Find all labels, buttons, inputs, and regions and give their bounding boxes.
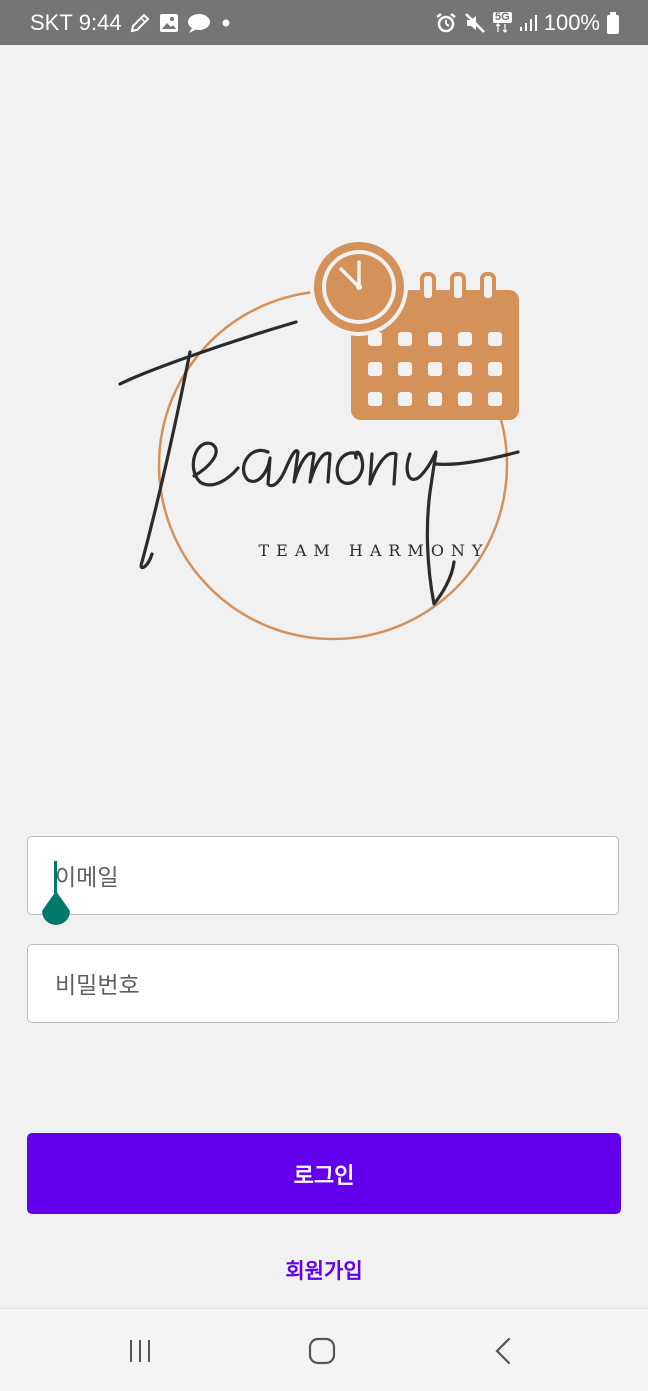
email-field[interactable]: 이메일 — [27, 836, 619, 925]
clock-icon — [310, 238, 408, 336]
back-icon — [495, 1337, 511, 1365]
5g-icon: 5G — [493, 12, 512, 33]
status-bar: SKT 9:44 5G 100% — [0, 0, 648, 45]
recent-apps-button[interactable] — [110, 1327, 170, 1375]
navigation-bar — [0, 1308, 648, 1391]
carrier-label: SKT — [30, 9, 73, 35]
teamony-logo: TEAM HARMONY — [108, 232, 538, 652]
image-icon — [158, 12, 180, 34]
password-placeholder: 비밀번호 — [55, 973, 140, 999]
dot-icon — [218, 15, 234, 31]
network-type-label: 5G — [493, 11, 512, 23]
password-field[interactable]: 비밀번호 — [27, 944, 619, 1023]
home-button[interactable] — [292, 1327, 352, 1375]
chat-icon — [186, 12, 212, 34]
signup-link[interactable]: 회원가입 — [0, 1250, 648, 1290]
home-icon — [308, 1337, 336, 1365]
pencil-icon — [128, 11, 152, 35]
clock-time: 9:44 — [78, 9, 122, 35]
login-button[interactable]: 로그인 — [27, 1133, 621, 1214]
signal-icon — [518, 13, 538, 33]
status-left: SKT 9:44 — [30, 0, 234, 45]
battery-icon — [606, 11, 620, 35]
back-button[interactable] — [474, 1327, 534, 1375]
mute-icon — [463, 12, 487, 34]
cursor-handle-icon[interactable] — [40, 889, 72, 929]
status-right: 5G 100% — [435, 0, 620, 45]
battery-percent: 100% — [543, 9, 600, 35]
recent-apps-icon — [130, 1340, 150, 1362]
signup-link-label: 회원가입 — [285, 1259, 363, 1283]
logo-tagline: TEAM HARMONY — [259, 541, 490, 560]
alarm-icon — [435, 12, 457, 34]
